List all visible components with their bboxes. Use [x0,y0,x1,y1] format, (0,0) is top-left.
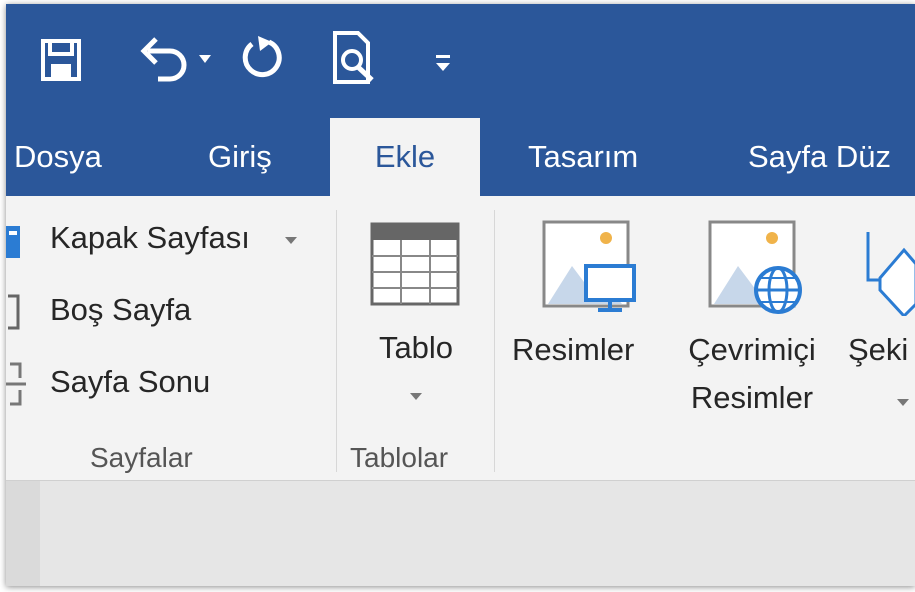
cover-page-dropdown-icon[interactable] [284,236,298,246]
word-window: Dosya Giriş Ekle Tasarım Sayfa Düz Kapak… [6,4,915,586]
page-break-icon [6,362,26,406]
pages-group-label: Sayfalar [90,442,193,473]
tab-design[interactable]: Tasarım [528,118,638,196]
tab-file[interactable]: Dosya [14,118,102,196]
online-pictures-label-line1: Çevrimiçi [688,332,816,367]
cover-page-icon [6,226,20,258]
table-icon [370,222,460,306]
table-button[interactable]: Tablo [352,212,492,414]
group-separator [494,210,495,472]
pictures-icon [542,220,636,312]
page-break-button[interactable]: Sayfa Sonu [50,364,210,400]
shapes-label: Şeki [848,332,909,367]
customize-qat-icon[interactable] [434,52,452,74]
shapes-button[interactable]: Şeki [844,214,915,424]
table-dropdown-icon [410,393,422,400]
blank-page-label: Boş Sayfa [50,292,192,327]
cover-page-button[interactable]: Kapak Sayfası [50,220,250,256]
redo-icon[interactable] [240,34,284,82]
tab-layout[interactable]: Sayfa Düz [748,118,891,196]
shapes-dropdown-icon [897,399,909,406]
group-separator [336,210,337,472]
quick-access-toolbar [6,4,915,118]
ribbon-tabs: Dosya Giriş Ekle Tasarım Sayfa Düz [6,118,915,198]
save-icon[interactable] [40,38,82,82]
ribbon-panel: Kapak Sayfası Boş Sayfa Sayfa Sonu Sayfa… [6,196,915,479]
pictures-button[interactable]: Resimler [512,214,662,374]
undo-dropdown-icon[interactable] [198,54,212,64]
tables-group-label: Tablolar [350,442,449,473]
cover-page-label: Kapak Sayfası [50,220,250,255]
undo-icon[interactable] [134,36,190,82]
online-pictures-icon [708,220,802,314]
online-pictures-label-line2: Resimler [690,380,814,415]
page-break-label: Sayfa Sonu [50,364,211,399]
blank-page-icon [8,294,20,330]
print-preview-icon[interactable] [332,30,382,86]
online-pictures-button[interactable]: Çevrimiçi Resimler [672,214,842,424]
shapes-icon [866,232,915,316]
table-button-label: Tablo [378,330,454,365]
tab-insert[interactable]: Ekle [330,118,480,198]
document-margin [6,481,40,586]
tab-home[interactable]: Giriş [208,118,272,196]
pictures-label: Resimler [512,332,635,367]
document-area [6,480,915,586]
blank-page-button[interactable]: Boş Sayfa [50,292,191,328]
